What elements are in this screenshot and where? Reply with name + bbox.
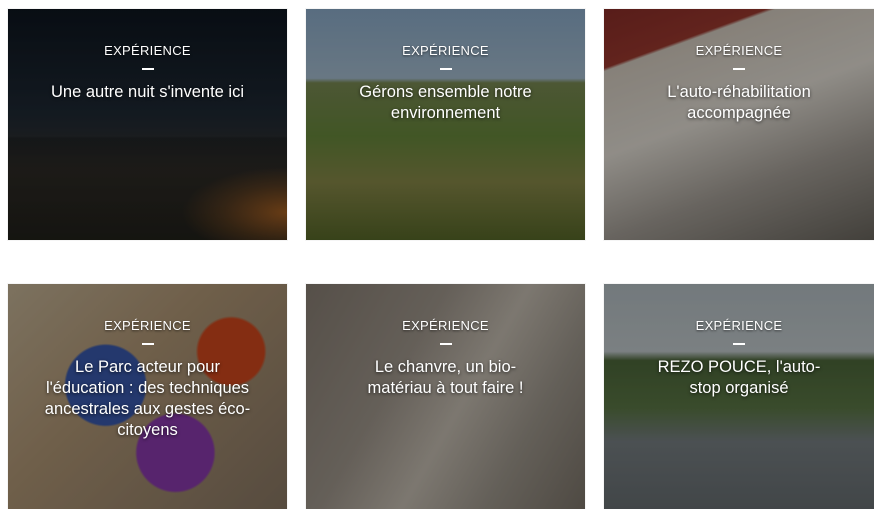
card-tag: EXPÉRIENCE bbox=[104, 43, 191, 58]
experience-grid: EXPÉRIENCE Une autre nuit s'invente ici … bbox=[0, 0, 874, 509]
card-title: L'auto-réhabilitation accompagnée bbox=[667, 83, 811, 122]
card-divider bbox=[439, 68, 452, 70]
card-divider bbox=[733, 343, 745, 345]
card-tag: EXPÉRIENCE bbox=[695, 318, 783, 333]
experience-card-hemp[interactable]: EXPÉRIENCE Le chanvre, un bio-matériau à… bbox=[306, 284, 585, 509]
card-tag: EXPÉRIENCE bbox=[104, 318, 191, 333]
experience-card-education[interactable]: EXPÉRIENCE Le Parc acteur pour l'éducati… bbox=[8, 284, 287, 509]
card-divider bbox=[439, 343, 452, 345]
experience-card-environment[interactable]: EXPÉRIENCE Gérons ensemble notre environ… bbox=[306, 9, 585, 240]
card-divider bbox=[141, 343, 154, 345]
card-title: Une autre nuit s'invente ici bbox=[50, 83, 244, 101]
card-divider bbox=[141, 68, 154, 70]
card-title: REZO POUCE, l'auto-stop organisé bbox=[657, 358, 821, 397]
card-tag: EXPÉRIENCE bbox=[695, 43, 783, 58]
experience-card-rezo-pouce[interactable]: EXPÉRIENCE REZO POUCE, l'auto-stop organ… bbox=[604, 284, 874, 509]
card-tag: EXPÉRIENCE bbox=[402, 43, 489, 58]
card-tag: EXPÉRIENCE bbox=[402, 318, 489, 333]
card-title: Gérons ensemble notre environnement bbox=[359, 83, 532, 122]
card-divider bbox=[733, 68, 745, 70]
experience-card-night[interactable]: EXPÉRIENCE Une autre nuit s'invente ici bbox=[8, 9, 287, 240]
card-title: Le Parc acteur pour l'éducation : des te… bbox=[44, 358, 251, 439]
experience-card-rehabilitation[interactable]: EXPÉRIENCE L'auto-réhabilitation accompa… bbox=[604, 9, 874, 240]
card-title: Le chanvre, un bio-matériau à tout faire… bbox=[367, 358, 524, 397]
